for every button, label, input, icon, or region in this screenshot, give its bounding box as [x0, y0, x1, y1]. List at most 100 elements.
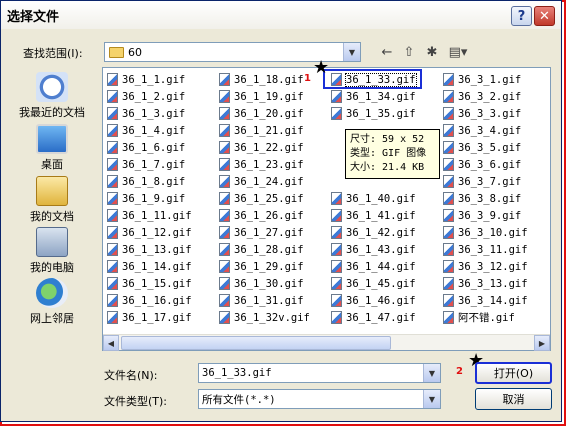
file-item[interactable]: 36_1_16.gif [107, 292, 217, 309]
file-item[interactable]: 36_1_25.gif [219, 190, 329, 207]
file-item[interactable]: 36_1_11.gif [107, 207, 217, 224]
gif-file-icon [443, 260, 454, 273]
file-item[interactable]: 36_3_11.gif [443, 241, 550, 258]
file-item[interactable]: 36_1_40.gif [331, 190, 441, 207]
file-name: 36_1_13.gif [122, 243, 192, 256]
file-item[interactable]: 36_1_27.gif [219, 224, 329, 241]
file-item[interactable]: 36_1_19.gif [219, 88, 329, 105]
file-list[interactable]: 36_1_1.gif 36_1_2.gif 36_1_3.gif 36_1_4.gif… [102, 67, 551, 351]
file-item[interactable]: 36_1_2.gif [107, 88, 217, 105]
file-item[interactable]: 36_1_29.gif [219, 258, 329, 275]
chevron-down-icon[interactable]: ▼ [423, 364, 440, 382]
gif-file-icon [331, 243, 342, 256]
cancel-button[interactable]: 取消 [475, 388, 552, 410]
desktop-icon [36, 124, 68, 154]
place-recent-documents[interactable]: 我最近的文档 [6, 72, 98, 120]
file-item[interactable]: 36_1_3.gif [107, 105, 217, 122]
scroll-thumb[interactable] [121, 336, 391, 350]
file-item[interactable]: 36_1_17.gif [107, 309, 217, 326]
file-item[interactable]: 36_3_13.gif [443, 275, 550, 292]
help-button[interactable]: ? [511, 6, 532, 26]
file-item[interactable]: 36_1_46.gif [331, 292, 441, 309]
file-item[interactable]: 36_3_5.gif [443, 139, 550, 156]
file-item[interactable]: 36_1_12.gif [107, 224, 217, 241]
file-item[interactable]: 36_3_12.gif [443, 258, 550, 275]
file-name: 36_1_19.gif [234, 90, 304, 103]
up-folder-icon[interactable]: ⇧ [399, 43, 419, 61]
file-item[interactable]: 36_1_14.gif [107, 258, 217, 275]
gif-file-icon [331, 277, 342, 290]
close-button[interactable]: ✕ [534, 6, 555, 26]
filetype-combo[interactable]: 所有文件(*.*) ▼ [198, 389, 441, 409]
place-network[interactable]: 网上邻居 [6, 278, 98, 326]
gif-file-icon [107, 226, 118, 239]
scroll-right-icon[interactable]: ▶ [534, 335, 550, 351]
file-item[interactable]: 36_1_34.gif [331, 88, 441, 105]
file-item[interactable]: 36_3_7.gif [443, 173, 550, 190]
file-item[interactable]: 36_3_9.gif [443, 207, 550, 224]
back-arrow-icon[interactable]: ← [377, 43, 397, 61]
file-item[interactable]: 36_1_9.gif [107, 190, 217, 207]
file-item[interactable]: 36_3_1.gif [443, 71, 550, 88]
gif-file-icon [107, 277, 118, 290]
file-item[interactable]: 36_1_45.gif [331, 275, 441, 292]
file-item[interactable]: 36_1_4.gif [107, 122, 217, 139]
open-button[interactable]: 打开(O) [475, 362, 552, 384]
gif-file-icon [219, 158, 230, 171]
file-item[interactable]: 36_1_26.gif [219, 207, 329, 224]
file-item[interactable]: 36_1_24.gif [219, 173, 329, 190]
scroll-left-icon[interactable]: ◀ [103, 335, 119, 351]
gif-file-icon [107, 141, 118, 154]
look-in-label: 查找范围(I): [23, 47, 83, 60]
gif-file-icon [331, 226, 342, 239]
file-item[interactable]: 36_1_22.gif [219, 139, 329, 156]
file-item[interactable]: 36_3_10.gif [443, 224, 550, 241]
chevron-down-icon[interactable]: ▼ [343, 43, 360, 61]
gif-file-icon [107, 260, 118, 273]
file-item[interactable]: 36_1_20.gif [219, 105, 329, 122]
horizontal-scrollbar[interactable]: ◀ ▶ [103, 334, 550, 351]
place-desktop[interactable]: 桌面 [6, 124, 98, 172]
file-item[interactable]: 36_3_4.gif [443, 122, 550, 139]
file-item[interactable]: 36_1_28.gif [219, 241, 329, 258]
file-item[interactable]: 36_3_2.gif [443, 88, 550, 105]
file-item[interactable]: 36_1_7.gif [107, 156, 217, 173]
file-name: 36_1_31.gif [234, 294, 304, 307]
place-my-documents[interactable]: 我的文档 [6, 176, 98, 224]
file-item[interactable]: 36_1_42.gif [331, 224, 441, 241]
new-folder-icon[interactable]: ✱ [422, 43, 442, 61]
file-item[interactable]: 36_1_41.gif [331, 207, 441, 224]
file-item[interactable]: 36_3_6.gif [443, 156, 550, 173]
file-item[interactable]: 36_3_3.gif [443, 105, 550, 122]
file-item[interactable]: 36_1_43.gif [331, 241, 441, 258]
file-item[interactable]: 36_1_6.gif [107, 139, 217, 156]
file-name: 36_3_1.gif [458, 73, 522, 86]
file-name: 36_1_7.gif [122, 158, 186, 171]
chevron-down-icon[interactable]: ▼ [423, 390, 440, 408]
place-my-computer[interactable]: 我的电脑 [6, 227, 98, 275]
file-item[interactable]: 36_1_21.gif [219, 122, 329, 139]
file-item[interactable]: 36_1_32v.gif [219, 309, 329, 326]
file-item[interactable]: 36_1_15.gif [107, 275, 217, 292]
file-item[interactable]: 36_3_8.gif [443, 190, 550, 207]
file-item[interactable]: 36_1_47.gif [331, 309, 441, 326]
filename-combo[interactable]: 36_1_33.gif ▼ [198, 363, 441, 383]
file-item[interactable]: 36_1_44.gif [331, 258, 441, 275]
gif-file-icon [107, 90, 118, 103]
file-item[interactable]: 36_1_35.gif [331, 105, 441, 122]
file-name: 36_1_35.gif [346, 107, 416, 120]
gif-file-icon [443, 277, 454, 290]
file-item[interactable]: 阿不错.gif [443, 309, 550, 326]
file-name: 36_1_30.gif [234, 277, 304, 290]
file-item[interactable]: 36_3_14.gif [443, 292, 550, 309]
view-menu-icon[interactable]: ▤▾ [446, 43, 470, 61]
gif-file-icon [443, 158, 454, 171]
file-name: 36_1_24.gif [234, 175, 304, 188]
gif-file-icon [219, 260, 230, 273]
file-item[interactable]: 36_1_1.gif [107, 71, 217, 88]
file-item[interactable]: 36_1_23.gif [219, 156, 329, 173]
file-item[interactable]: 36_1_13.gif [107, 241, 217, 258]
file-item[interactable]: 36_1_8.gif [107, 173, 217, 190]
file-item[interactable]: 36_1_31.gif [219, 292, 329, 309]
file-item[interactable]: 36_1_30.gif [219, 275, 329, 292]
